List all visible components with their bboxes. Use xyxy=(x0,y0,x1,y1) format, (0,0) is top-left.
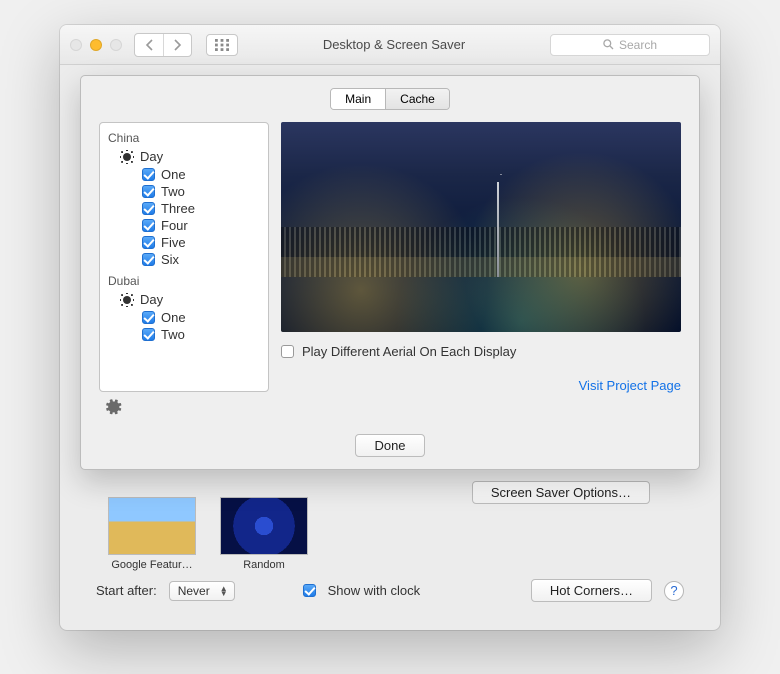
list-item[interactable]: One xyxy=(100,166,268,183)
search-placeholder: Search xyxy=(619,38,657,52)
bottom-bar: Start after: Never ▲▼ Show with clock Ho… xyxy=(96,579,684,602)
show-all-button[interactable] xyxy=(206,34,238,56)
screensaver-thumbnails: Google Featur… Random xyxy=(108,497,308,571)
play-different-label: Play Different Aerial On Each Display xyxy=(302,344,516,359)
thumb-google-featured[interactable]: Google Featur… xyxy=(108,497,196,571)
content-area: Screen Saver Options… Google Featur… Ran… xyxy=(60,65,720,630)
sheet-tabs: Main Cache xyxy=(330,88,450,110)
tab-main[interactable]: Main xyxy=(331,89,385,109)
aerial-tree[interactable]: China Day One Two Three Four Five Six Du… xyxy=(99,122,269,392)
thumb-label: Random xyxy=(220,559,308,571)
list-item[interactable]: Three xyxy=(100,200,268,217)
show-with-clock-label: Show with clock xyxy=(328,583,420,598)
list-item[interactable]: Two xyxy=(100,183,268,200)
tab-cache[interactable]: Cache xyxy=(385,89,449,109)
thumb-image xyxy=(108,497,196,555)
zoom-window-button[interactable] xyxy=(110,39,122,51)
checkbox[interactable] xyxy=(142,311,155,324)
thumb-random[interactable]: Random xyxy=(220,497,308,571)
hot-corners-button[interactable]: Hot Corners… xyxy=(531,579,652,602)
search-icon xyxy=(603,39,614,50)
prefs-window: Desktop & Screen Saver Search Screen Sav… xyxy=(60,25,720,630)
section-day[interactable]: Day xyxy=(100,290,268,309)
checkbox[interactable] xyxy=(142,253,155,266)
aerial-preview xyxy=(281,122,681,332)
sun-icon xyxy=(120,150,134,164)
checkbox[interactable] xyxy=(142,185,155,198)
search-input[interactable]: Search xyxy=(550,34,710,56)
list-item[interactable]: One xyxy=(100,309,268,326)
checkbox[interactable] xyxy=(142,168,155,181)
sun-icon xyxy=(120,293,134,307)
minimize-window-button[interactable] xyxy=(90,39,102,51)
window-title: Desktop & Screen Saver xyxy=(246,37,542,52)
traffic-lights xyxy=(70,39,122,51)
section-day[interactable]: Day xyxy=(100,147,268,166)
list-item[interactable]: Six xyxy=(100,251,268,268)
close-window-button[interactable] xyxy=(70,39,82,51)
list-item[interactable]: Four xyxy=(100,217,268,234)
checkbox[interactable] xyxy=(142,236,155,249)
show-with-clock-checkbox[interactable] xyxy=(303,584,316,597)
screen-saver-options-button[interactable]: Screen Saver Options… xyxy=(472,481,650,504)
start-after-label: Start after: xyxy=(96,583,157,598)
checkbox[interactable] xyxy=(142,202,155,215)
back-button[interactable] xyxy=(135,34,163,56)
help-button[interactable]: ? xyxy=(664,581,684,601)
start-after-value: Never xyxy=(178,584,210,598)
checkbox[interactable] xyxy=(142,219,155,232)
list-item[interactable]: Two xyxy=(100,326,268,343)
group-header: China xyxy=(100,129,268,147)
select-stepper-icon: ▲▼ xyxy=(220,586,228,596)
thumb-label: Google Featur… xyxy=(108,559,196,571)
visit-project-link[interactable]: Visit Project Page xyxy=(579,378,681,393)
list-item[interactable]: Five xyxy=(100,234,268,251)
play-different-checkbox[interactable] xyxy=(281,345,294,358)
gear-icon[interactable] xyxy=(105,398,263,416)
checkbox[interactable] xyxy=(142,328,155,341)
nav-back-forward xyxy=(134,33,192,57)
group-header: Dubai xyxy=(100,272,268,290)
options-sheet: Main Cache China Day One Two Three xyxy=(80,75,700,470)
forward-button[interactable] xyxy=(163,34,191,56)
titlebar: Desktop & Screen Saver Search xyxy=(60,25,720,65)
thumb-image xyxy=(220,497,308,555)
done-button[interactable]: Done xyxy=(355,434,424,457)
start-after-select[interactable]: Never ▲▼ xyxy=(169,581,235,601)
